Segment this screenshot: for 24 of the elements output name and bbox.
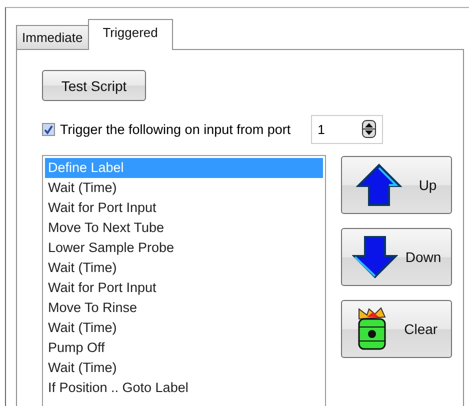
list-item[interactable]: Wait for Port Input (45, 278, 323, 298)
list-item[interactable]: Move To Rinse (45, 298, 323, 318)
action-button[interactable]: Up (341, 156, 452, 214)
spin-arrows-icon[interactable] (362, 120, 376, 138)
port-spinner[interactable]: 1 (310, 114, 383, 144)
list-item[interactable]: Wait (Time) (45, 178, 323, 198)
action-button[interactable]: Down (341, 228, 452, 286)
down-arrow-icon (352, 235, 398, 279)
list-item[interactable]: Lower Sample Probe (45, 238, 323, 258)
list-item[interactable]: Wait (Time) (45, 318, 323, 338)
action-button[interactable]: Clear (341, 300, 452, 358)
list-item[interactable]: Wait (Time) (45, 358, 323, 378)
up-arrow-icon (356, 163, 402, 207)
list-item[interactable]: Wait (Time) (45, 258, 323, 278)
list-item[interactable]: Move To Next Tube (45, 218, 323, 238)
step-list[interactable]: Define Label Wait (Time) Wait for Port Input Move To Next Tube Lower Sample Probe Wait (Time) Wait for Port Input Move To Rinse Wait (Time) Pump Off Wait (Time) If Position .. Goto Label (42, 155, 326, 406)
list-item[interactable]: If Position .. Goto Label (45, 378, 323, 398)
test-script-button[interactable]: Test Script (42, 70, 146, 101)
list-item[interactable]: Pump Off (45, 338, 323, 358)
list-item[interactable]: Wait for Port Input (45, 198, 323, 218)
trigger-label: Trigger the following on input from port (60, 122, 291, 136)
tab[interactable]: Immediate (16, 25, 89, 49)
checkbox[interactable] (42, 122, 55, 136)
tab[interactable]: Triggered (88, 19, 173, 50)
